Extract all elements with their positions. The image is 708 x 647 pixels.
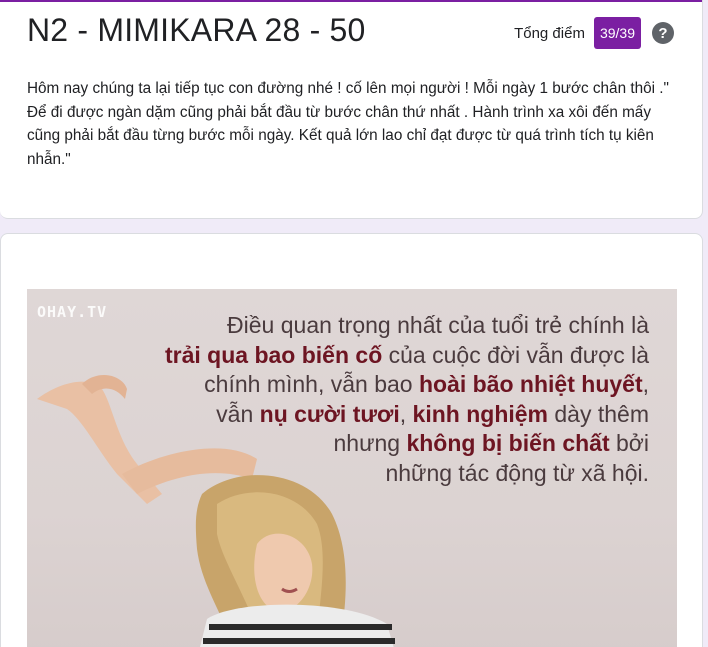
quote-bold-segment: không bị biến chất [406,430,610,456]
quote-segment: chính mình, vẫn bao [204,371,419,397]
score-label: Tổng điểm [514,24,585,42]
quote-segment: , [642,371,649,397]
quote-bold-segment: trải qua bao biến cố [164,341,383,368]
quote-line: trải qua bao biến cố của cuộc đời vẫn đư… [165,341,649,371]
quote-bold-segment: hoài bão nhiệt huyết [418,371,643,397]
quote-segment: Điều quan trọng nhất của tuổi trẻ chính … [227,312,649,338]
score-area: Tổng điểm 39/39 ? [514,17,674,49]
score-badge: 39/39 [593,17,641,49]
quote-image: OHAY.TV Điều quan trọng nhất của tuổi tr… [27,289,677,647]
image-card: OHAY.TV Điều quan trọng nhất của tuổi tr… [0,233,703,647]
quote-text: Điều quan trọng nhất của tuổi trẻ chính … [165,311,649,488]
form-title: N2 - MIMIKARA 28 - 50 [27,12,366,48]
watermark-text: OHAY.TV [37,303,108,321]
quote-segment: dày thêm [548,400,649,427]
quote-bold-segment: nụ cười tươi [259,400,400,427]
quote-segment: những tác động từ xã hội. [385,459,649,486]
form-description: Hôm nay chúng ta lại tiếp tục con đường … [27,80,669,168]
quote-segment: vẫn [216,400,260,427]
form-header-card: N2 - MIMIKARA 28 - 50 Tổng điểm 39/39 ? … [0,0,703,219]
quote-line: Điều quan trọng nhất của tuổi trẻ chính … [165,311,649,341]
quote-line: những tác động từ xã hội. [165,459,649,489]
quote-line: vẫn nụ cười tươi, kinh nghiệm dày thêm [165,400,649,430]
quote-segment: của cuộc đời vẫn được là [382,341,649,368]
quote-line: nhưng không bị biến chất bởi [165,429,650,459]
quote-segment: , [399,400,413,427]
question-mark-icon[interactable]: ? [652,22,674,44]
quote-segment: nhưng [333,430,407,456]
quote-line: chính mình, vẫn bao hoài bão nhiệt huyết… [165,370,649,400]
quote-bold-segment: kinh nghiệm [412,400,548,427]
quote-segment: bởi [609,430,649,456]
